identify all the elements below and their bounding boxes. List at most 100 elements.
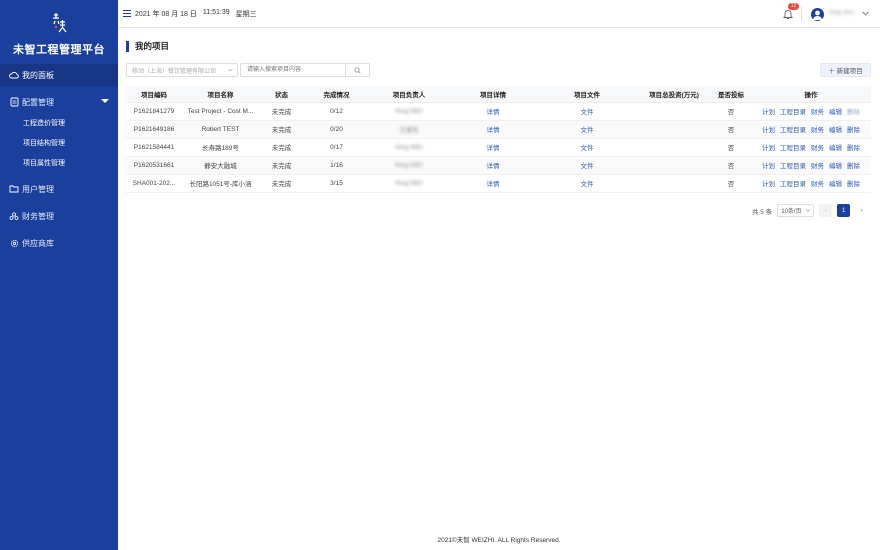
plan-button[interactable]: 计划 — [762, 142, 775, 152]
page-header: 我的项目 — [126, 40, 169, 52]
project-file-link[interactable]: 文件 — [581, 109, 594, 116]
catalog-button[interactable]: 工程目录 — [780, 142, 806, 152]
table-body: P1621841279 Test Project - Cost M... 未完成 0/… — [126, 102, 871, 193]
sidebar-item-suppliers[interactable]: 供应商库 — [0, 232, 118, 254]
notification-badge: 12 — [788, 3, 799, 10]
avatar[interactable] — [811, 8, 824, 21]
new-project-button[interactable]: ＋ 新建项目 — [820, 63, 871, 77]
column-header[interactable]: 是否投标 — [711, 86, 751, 103]
project-name: 静安大融城 — [204, 163, 237, 170]
date-text: 2021 年 08 月 18 日 — [135, 11, 197, 18]
project-owner: King WEI — [395, 143, 423, 151]
sidebar-subitem-attribute[interactable]: 项目属性管理 — [0, 153, 118, 173]
search-icon — [354, 67, 361, 74]
next-page-button[interactable]: › — [855, 204, 868, 217]
plan-button[interactable]: 计划 — [762, 124, 775, 134]
project-file-link[interactable]: 文件 — [581, 145, 594, 152]
sidebar-item-dashboard[interactable]: 我的面板 — [0, 64, 118, 86]
column-header[interactable]: 项目名称 — [182, 86, 259, 103]
table-row: P1621584441 长寿路189号 未完成 0/17 King WEI 详情 文件 否 计划… — [126, 138, 871, 157]
project-bid: 否 — [727, 109, 735, 116]
project-file-link[interactable]: 文件 — [581, 127, 594, 134]
datetime: 2021 年 08 月 18 日 11:51:39 星期三 — [135, 9, 257, 19]
current-page[interactable]: 1 — [837, 204, 851, 217]
sidebar-item-users[interactable]: 用户管理 — [0, 178, 118, 200]
plan-button[interactable]: 计划 — [762, 160, 775, 170]
sidebar-subitem-cost[interactable]: 工程造价管理 — [0, 113, 118, 133]
finance-button[interactable]: 财务 — [811, 160, 824, 170]
plan-button[interactable]: 计划 — [762, 178, 775, 188]
cloud-icon — [9, 70, 19, 80]
column-header[interactable]: 项目编码 — [126, 86, 182, 103]
column-header[interactable]: 项目文件 — [537, 86, 637, 103]
project-detail-link[interactable]: 详情 — [487, 145, 500, 152]
project-detail-link[interactable]: 详情 — [487, 109, 500, 116]
chevron-down-icon — [806, 209, 811, 212]
search-input[interactable] — [240, 63, 346, 77]
time-text: 11:51:39 — [202, 9, 230, 16]
table-row: P1621841279 Test Project - Cost M... 未完成 0/… — [126, 102, 871, 121]
project-detail-link[interactable]: 详情 — [487, 127, 500, 134]
prev-page-button[interactable]: ‹ — [819, 204, 833, 217]
edit-button[interactable]: 编辑 — [829, 178, 842, 188]
column-header[interactable]: 项目负责人 — [369, 86, 449, 103]
row-actions: 计划 工程目录 财务 编辑 删除 — [751, 178, 871, 188]
username[interactable]: King WEI — [829, 10, 854, 16]
edit-button[interactable]: 编辑 — [829, 160, 842, 170]
project-name: 长阳路1051号-库小涵 — [189, 181, 252, 188]
column-header[interactable]: 项目详情 — [449, 86, 537, 103]
table-header-row: 项目编码 项目名称 状态 完成情况 项目负责人 项目详情 项目文件 项目总投资(… — [126, 86, 871, 103]
project-name: Robert TEST — [201, 125, 240, 133]
project-code: P1621841279 — [133, 107, 175, 115]
sidebar-item-config[interactable]: 配置管理 — [0, 91, 118, 113]
company-select[interactable]: 移动（上海）餐饮管理有限公司 — [126, 63, 238, 77]
catalog-button[interactable]: 工程目录 — [780, 106, 806, 116]
column-header[interactable]: 项目总投资(万元) — [637, 86, 711, 103]
edit-button[interactable]: 编辑 — [829, 106, 842, 116]
logo-icon — [53, 13, 67, 33]
sidebar-subitem-structure[interactable]: 项目结构管理 — [0, 133, 118, 153]
people-icon — [9, 211, 19, 221]
chevron-down-icon[interactable] — [862, 11, 869, 16]
delete-button[interactable]: 删除 — [847, 178, 860, 188]
plan-button[interactable]: 计划 — [762, 106, 775, 116]
page-size-select[interactable]: 10条/页 — [777, 204, 815, 217]
project-detail-link[interactable]: 详情 — [487, 163, 500, 170]
project-file-link[interactable]: 文件 — [581, 163, 594, 170]
project-progress: 3/15 — [330, 179, 343, 187]
project-file-link[interactable]: 文件 — [581, 181, 594, 188]
project-name: Test Project - Cost M... — [187, 107, 254, 115]
project-bid: 否 — [727, 181, 735, 188]
delete-button[interactable]: 删除 — [847, 160, 860, 170]
catalog-button[interactable]: 工程目录 — [780, 124, 806, 134]
project-code: P1621584441 — [133, 143, 175, 151]
catalog-button[interactable]: 工程目录 — [780, 160, 806, 170]
column-header[interactable]: 完成情况 — [304, 86, 369, 103]
project-owner: King WEI — [395, 107, 423, 115]
finance-button[interactable]: 财务 — [811, 178, 824, 188]
column-header[interactable]: 状态 — [259, 86, 304, 103]
column-header[interactable]: 操作 — [751, 86, 871, 103]
search-button[interactable] — [346, 63, 370, 77]
project-progress: 0/12 — [330, 107, 343, 115]
edit-button[interactable]: 编辑 — [829, 142, 842, 152]
project-progress: 1/16 — [330, 161, 343, 169]
project-status: 未完成 — [271, 163, 292, 170]
delete-button[interactable]: 删除 — [847, 106, 860, 116]
project-bid: 否 — [727, 127, 735, 134]
project-code: P1620531661 — [133, 161, 175, 169]
row-actions: 计划 工程目录 财务 编辑 删除 — [751, 160, 871, 170]
finance-button[interactable]: 财务 — [811, 124, 824, 134]
project-detail-link[interactable]: 详情 — [487, 181, 500, 188]
delete-button[interactable]: 删除 — [847, 124, 860, 134]
edit-button[interactable]: 编辑 — [829, 124, 842, 134]
finance-button[interactable]: 财务 — [811, 106, 824, 116]
delete-button[interactable]: 删除 — [847, 142, 860, 152]
catalog-button[interactable]: 工程目录 — [780, 178, 806, 188]
project-owner: 王建军 — [399, 127, 419, 134]
menu-icon[interactable] — [123, 10, 131, 17]
finance-button[interactable]: 财务 — [811, 142, 824, 152]
sidebar-item-finance[interactable]: 财务管理 — [0, 205, 118, 227]
sidebar-item-label: 配置管理 — [22, 97, 54, 107]
sidebar-item-label: 财务管理 — [22, 211, 54, 221]
